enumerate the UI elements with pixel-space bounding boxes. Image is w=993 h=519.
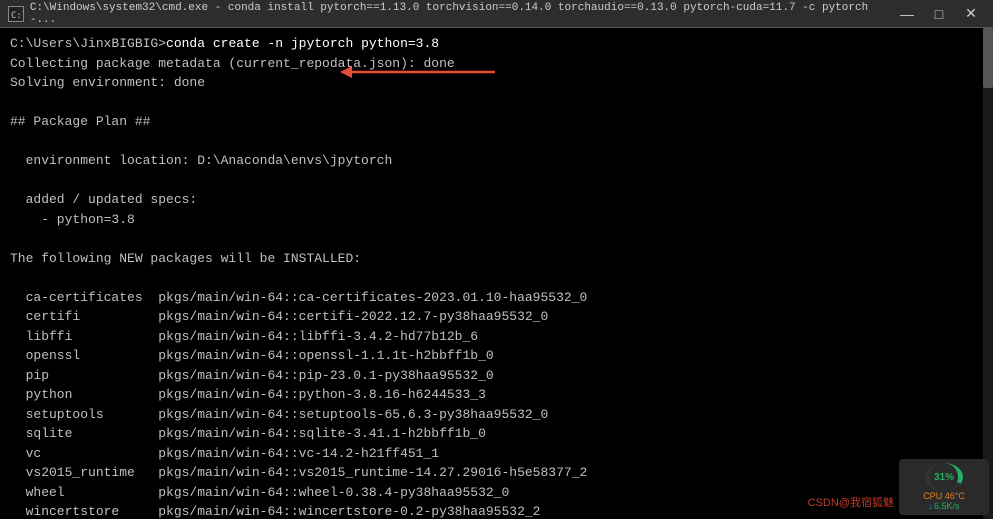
minimize-button[interactable]: — [893,4,921,24]
network-speed: ↓ 6.5K/s [928,501,959,511]
svg-text:C:\: C:\ [11,11,23,21]
cpu-percent: 31% [934,472,954,483]
cpu-info: CPU 46°C [923,491,965,501]
down-arrow-icon: ↓ [928,501,933,511]
cpu-gauge: 31% [925,463,963,491]
window-controls: — □ ✕ [893,4,985,24]
window-title: C:\Windows\system32\cmd.exe - conda inst… [30,2,893,26]
cpu-circle-inner: 31% [930,463,958,491]
maximize-button[interactable]: □ [925,4,953,24]
scrollbar-thumb[interactable] [983,28,993,88]
title-bar: C:\ C:\Windows\system32\cmd.exe - conda … [0,0,993,28]
scrollbar[interactable] [983,28,993,519]
network-speed-row: ↓ 6.5K/s [928,501,959,511]
speed-value: 6.5K/s [934,501,960,511]
cpu-temp: CPU 46°C [923,491,965,501]
csdn-watermark: CSDN@我宿狐魅 [805,493,897,511]
title-bar-left: C:\ C:\Windows\system32\cmd.exe - conda … [8,2,893,26]
cpu-widget: 31% CPU 46°C ↓ 6.5K/s [899,459,989,515]
cmd-icon: C:\ [8,6,24,22]
close-button[interactable]: ✕ [957,4,985,24]
terminal-body: C:\Users\JinxBIGBIG>conda create -n jpyt… [0,28,993,519]
terminal-content: C:\Users\JinxBIGBIG>conda create -n jpyt… [10,34,983,519]
